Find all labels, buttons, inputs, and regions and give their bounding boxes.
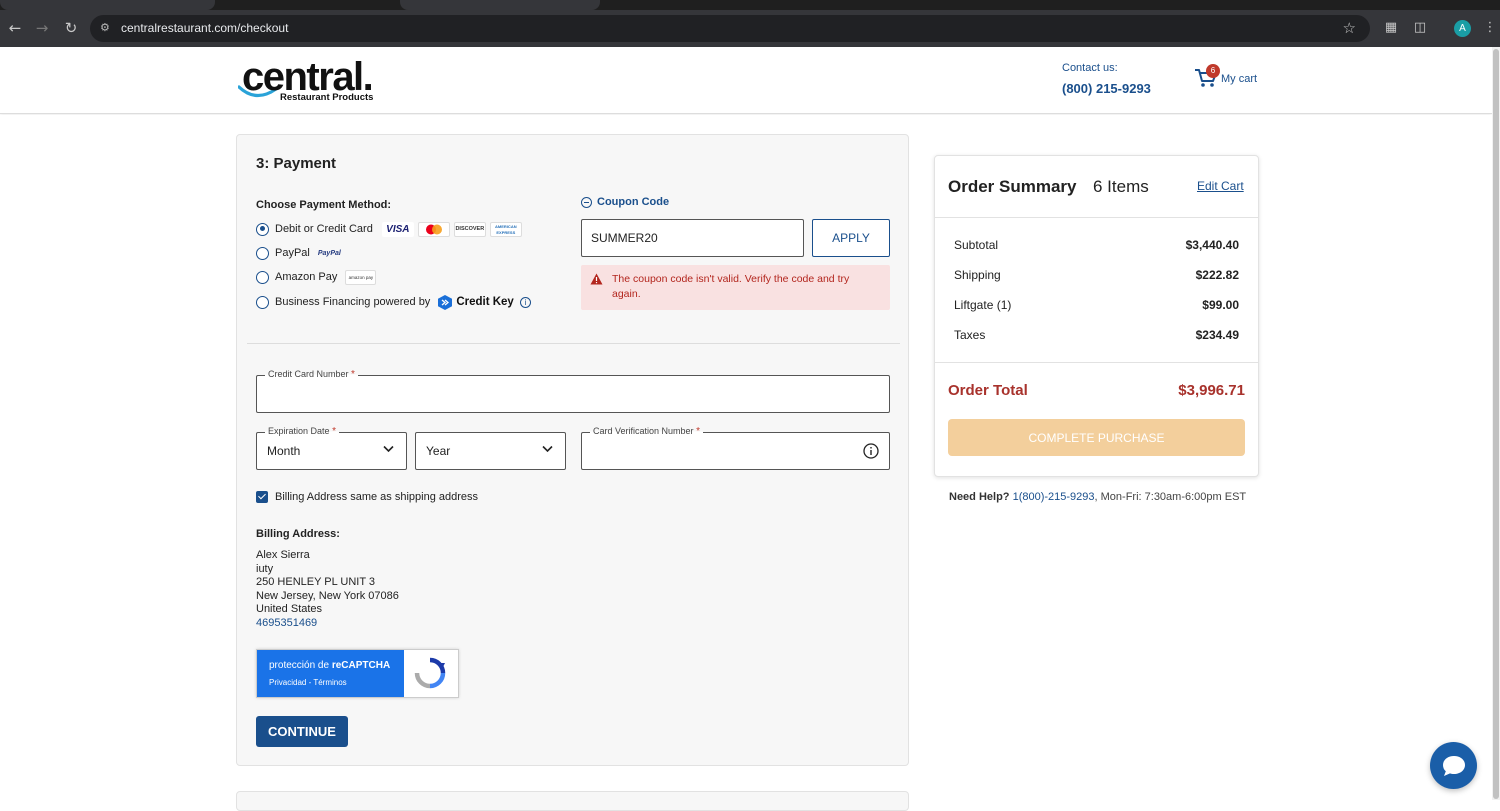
payment-option-label: Amazon Pay <box>275 271 338 283</box>
back-icon[interactable]: ← <box>6 19 24 37</box>
continue-button[interactable]: CONTINUE <box>256 716 348 747</box>
chat-button[interactable] <box>1430 742 1477 789</box>
payment-option-financing[interactable]: Business Financing powered by Credit Key… <box>256 294 531 310</box>
apply-coupon-button[interactable]: APPLY <box>812 219 890 257</box>
payment-option-amazon[interactable]: Amazon Pay amazon pay <box>256 269 377 285</box>
collapse-minus-icon <box>581 196 592 208</box>
credit-card-number-field[interactable]: Credit Card Number * <box>256 369 890 413</box>
visa-logo: VISA <box>381 221 414 237</box>
order-total-label: Order Total <box>948 382 1028 399</box>
contact-phone-link[interactable]: (800) 215-9293 <box>1062 81 1151 96</box>
address-bar[interactable]: ⚙ centralrestaurant.com/checkout ☆ <box>90 15 1370 42</box>
section-divider <box>247 343 900 344</box>
chevron-down-icon <box>383 445 394 453</box>
recaptcha-panel: protección de reCAPTCHA Privacidad - Tér… <box>257 650 404 697</box>
cart-label: My cart <box>1221 73 1258 85</box>
payment-step-title: 3: Payment <box>256 155 337 172</box>
billing-city: New Jersey, New York 07086 <box>256 590 399 602</box>
browser-menu-icon[interactable]: ⋮ <box>1481 19 1499 37</box>
billing-same-label: Billing Address same as shipping address <box>275 491 479 503</box>
help-phone-link[interactable]: 1(800)-215-9293 <box>1013 491 1095 503</box>
payment-option-paypal[interactable]: PayPal PayPal <box>256 245 341 261</box>
billing-name: Alex Sierra <box>256 549 310 561</box>
warning-icon <box>590 273 603 285</box>
expiration-year-select[interactable]: Year <box>415 432 566 470</box>
cart-count-badge: 6 <box>1206 64 1220 78</box>
need-help-text: Need Help? 1(800)-215-9293, Mon-Fri: 7:3… <box>949 491 1247 503</box>
coupon-code-toggle[interactable]: Coupon Code <box>581 196 669 208</box>
amazon-pay-logo: amazon pay <box>345 269 377 285</box>
extensions-icon[interactable]: ◫ <box>1411 19 1429 37</box>
edit-cart-link[interactable]: Edit Cart <box>1197 179 1244 193</box>
checkbox-checked[interactable] <box>256 491 268 503</box>
reload-icon[interactable]: ↻ <box>62 19 80 37</box>
coupon-error-text: The coupon code isn't valid. Verify the … <box>612 273 850 300</box>
coupon-toggle-label: Coupon Code <box>597 196 670 208</box>
payment-option-label: Debit or Credit Card <box>275 223 373 235</box>
coupon-code-input[interactable] <box>581 219 804 257</box>
recaptcha-badge[interactable]: protección de reCAPTCHA Privacidad - Tér… <box>256 649 459 698</box>
site-header: central. Restaurant Products Contact us:… <box>0 47 1492 114</box>
payment-method-label: Choose Payment Method: <box>256 199 392 211</box>
recaptcha-title: protección de reCAPTCHA <box>269 660 391 671</box>
logo-subtitle: Restaurant Products <box>280 92 374 103</box>
contact-label: Contact us: <box>1062 62 1118 74</box>
profile-avatar[interactable]: A <box>1454 20 1471 37</box>
billing-street: 250 HENLEY PL UNIT 3 <box>256 576 376 588</box>
billing-address-title: Billing Address: <box>256 528 340 540</box>
chevron-down-icon <box>542 445 553 453</box>
browser-tab[interactable] <box>400 0 600 10</box>
recaptcha-logo-icon <box>414 657 446 689</box>
bookmark-star-icon[interactable]: ☆ <box>1343 19 1356 37</box>
browser-toolbar: ← → ↻ ⚙ centralrestaurant.com/checkout ☆… <box>0 10 1500 47</box>
summary-divider <box>935 217 1258 218</box>
order-summary-title: Order Summary <box>948 177 1077 196</box>
payment-option-card[interactable]: Debit or Credit Card VISA DISCOVER AMERI… <box>256 221 522 237</box>
payment-panel: 3: Payment Choose Payment Method: Debit … <box>236 134 909 766</box>
billing-same-checkbox[interactable]: Billing Address same as shipping address <box>256 491 478 503</box>
central-logo[interactable]: central. Restaurant Products <box>238 55 388 105</box>
billing-phone-link[interactable]: 4695351469 <box>256 617 317 629</box>
amex-logo: AMERICAN EXPRESS <box>489 221 522 237</box>
radio-financing[interactable] <box>256 295 269 309</box>
calendar-extension-icon[interactable]: ▦ <box>1382 19 1400 37</box>
next-step-panel <box>236 791 909 811</box>
recaptcha-links[interactable]: Privacidad - Términos <box>269 678 347 687</box>
cvv-label: Card Verification Number * <box>590 426 703 437</box>
discover-logo: DISCOVER <box>453 221 486 237</box>
address-url[interactable]: centralrestaurant.com/checkout <box>121 21 288 35</box>
paypal-logo: PayPal <box>317 249 341 257</box>
info-icon[interactable]: i <box>519 296 531 308</box>
order-total-value: $3,996.71 <box>1178 382 1245 399</box>
payment-option-label: PayPal <box>275 247 310 259</box>
forward-icon[interactable]: → <box>33 19 51 37</box>
radio-amazon-pay[interactable] <box>256 270 269 284</box>
billing-company: iuty <box>256 563 274 575</box>
year-select-value: Year <box>426 444 451 458</box>
site-settings-icon[interactable]: ⚙ <box>100 21 114 35</box>
payment-option-label: Business Financing powered by <box>275 296 431 308</box>
browser-tab[interactable] <box>0 0 215 10</box>
radio-paypal[interactable] <box>256 246 269 260</box>
my-cart-link[interactable]: 6 My cart <box>1194 64 1264 94</box>
credit-key-label: Credit Key <box>456 296 514 308</box>
coupon-error-message: The coupon code isn't valid. Verify the … <box>581 265 890 310</box>
credit-key-icon <box>438 294 453 310</box>
credit-card-number-label: Credit Card Number * <box>265 369 358 380</box>
order-items-count: 6 Items <box>1093 177 1149 196</box>
chat-bubble-icon <box>1443 756 1465 776</box>
cvv-info-icon[interactable] <box>863 443 879 459</box>
card-verification-number-field[interactable]: Card Verification Number * <box>581 426 890 470</box>
browser-tabstrip <box>0 0 1500 10</box>
mastercard-logo <box>417 221 450 237</box>
billing-country: United States <box>256 603 323 615</box>
summary-divider <box>935 362 1258 363</box>
expiration-month-select[interactable]: Expiration Date * Month <box>256 426 407 470</box>
order-summary-panel: Order Summary 6 Items Edit Cart Subtotal… <box>934 155 1259 477</box>
page-scrollbar-thumb[interactable] <box>1493 49 1499 799</box>
complete-purchase-button[interactable]: COMPLETE PURCHASE <box>948 419 1245 456</box>
expiration-date-label: Expiration Date * <box>265 426 339 437</box>
radio-card[interactable] <box>256 222 269 236</box>
month-select-value: Month <box>267 444 301 458</box>
